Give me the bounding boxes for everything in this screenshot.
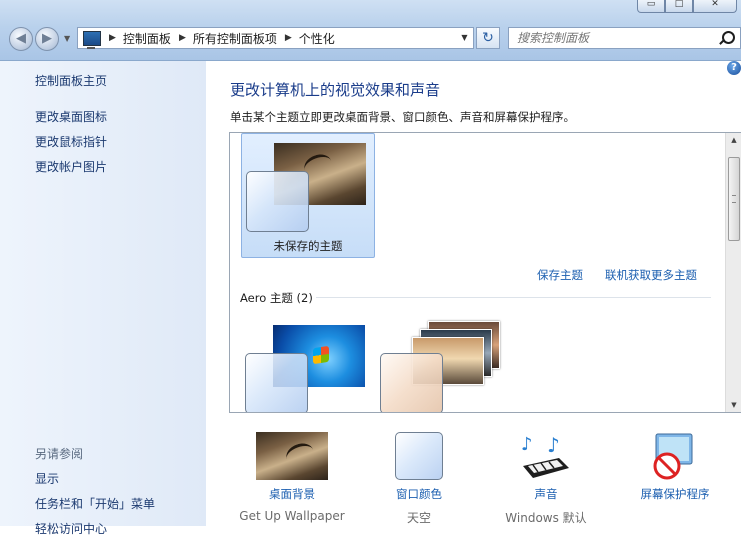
sidebar-item-display[interactable]: 显示 <box>35 470 59 487</box>
breadcrumb-personalization[interactable]: 个性化 <box>299 30 335 47</box>
sounds-icon: ♪ ♪ <box>519 432 573 482</box>
breadcrumb-separator-icon[interactable]: ▶ <box>285 33 292 43</box>
window-color-value: 天空 <box>406 511 431 525</box>
desktop-background-setting[interactable]: 桌面背景 Get Up Wallpaper <box>232 432 352 523</box>
windows7-window-color-swatch <box>245 353 308 412</box>
window-color-setting[interactable]: 窗口颜色 天空 <box>359 432 479 526</box>
desktop-background-value: Get Up Wallpaper <box>239 509 345 523</box>
sidebar-item-taskbar-start-menu[interactable]: 任务栏和「开始」菜单 <box>35 495 155 512</box>
theme-item-unsaved[interactable]: 未保存的主题 <box>241 133 375 258</box>
close-button[interactable]: ✕ <box>693 0 737 13</box>
address-dropdown-icon[interactable]: ▼ <box>456 28 473 48</box>
refresh-button[interactable]: ↻ <box>476 27 500 49</box>
sounds-setting[interactable]: ♪ ♪ 声音 Windows 默认 <box>486 432 606 526</box>
desktop-background-label[interactable]: 桌面背景 <box>232 486 352 502</box>
theme-window-color-swatch <box>246 171 309 232</box>
control-panel-icon <box>83 30 101 49</box>
section-divider <box>316 297 711 298</box>
recent-pages-dropdown-icon[interactable]: ▼ <box>64 34 70 43</box>
window-color-icon <box>395 432 443 482</box>
window-controls: ▭ □ ✕ <box>637 0 737 13</box>
scroll-up-icon[interactable]: ▲ <box>726 133 741 147</box>
sidebar-item-change-desktop-icons[interactable]: 更改桌面图标 <box>35 108 107 125</box>
scroll-down-icon[interactable]: ▼ <box>726 398 741 412</box>
main-content: ? 更改计算机上的视觉效果和声音 单击某个主题立即更改桌面背景、窗口颜色、声音和… <box>206 61 741 526</box>
save-theme-link[interactable]: 保存主题 <box>537 267 583 283</box>
sidebar: 控制面板主页 更改桌面图标 更改鼠标指针 更改帐户图片 另请参阅 显示 任务栏和… <box>0 61 206 536</box>
theme-list-scrollbar[interactable]: ▲ ▼ <box>725 133 741 412</box>
breadcrumb-separator-icon[interactable]: ▶ <box>109 33 116 43</box>
help-icon[interactable]: ? <box>727 61 741 75</box>
screensaver-icon <box>648 432 702 482</box>
svg-text:♪: ♪ <box>521 434 533 455</box>
breadcrumb-all-items[interactable]: 所有控制面板项 <box>193 30 277 47</box>
svg-text:♪: ♪ <box>547 433 560 457</box>
theme-item-windows7[interactable] <box>245 323 375 412</box>
sidebar-item-ease-of-access[interactable]: 轻松访问中心 <box>35 520 107 537</box>
theme-item-landscapes[interactable] <box>380 319 510 412</box>
search-icon[interactable] <box>722 31 735 44</box>
landscapes-window-color-swatch <box>380 353 443 412</box>
sounds-value: Windows 默认 <box>505 511 587 525</box>
sidebar-item-change-account-picture[interactable]: 更改帐户图片 <box>35 158 107 175</box>
breadcrumb-separator-icon[interactable]: ▶ <box>179 33 186 43</box>
theme-list[interactable]: 未保存的主题 保存主题 联机获取更多主题 Aero 主题 (2) ▲ ▼ <box>229 132 741 413</box>
minimize-button[interactable]: ▭ <box>637 0 665 13</box>
theme-name-unsaved: 未保存的主题 <box>273 239 343 253</box>
sounds-label[interactable]: 声音 <box>486 486 606 502</box>
get-more-themes-link[interactable]: 联机获取更多主题 <box>605 267 697 283</box>
desktop-background-icon <box>256 432 328 482</box>
maximize-button[interactable]: □ <box>665 0 693 13</box>
sidebar-item-change-mouse-pointers[interactable]: 更改鼠标指针 <box>35 133 107 150</box>
page-title: 更改计算机上的视觉效果和声音 <box>230 81 441 99</box>
forward-button[interactable]: ▶ <box>35 27 59 51</box>
title-bar: ▭ □ ✕ ◀ ▶ ▼ ▶ 控制面板 ▶ 所有控制面板项 ▶ 个性化 ▼ ↻ <box>0 0 741 61</box>
aero-themes-heading: Aero 主题 (2) <box>240 291 313 305</box>
address-bar[interactable]: ▶ 控制面板 ▶ 所有控制面板项 ▶ 个性化 ▼ <box>77 27 474 49</box>
screensaver-setting[interactable]: 屏幕保护程序 <box>615 432 735 509</box>
screensaver-label[interactable]: 屏幕保护程序 <box>615 486 735 502</box>
breadcrumb-control-panel[interactable]: 控制面板 <box>123 30 171 47</box>
sidebar-item-control-panel-home[interactable]: 控制面板主页 <box>35 72 107 89</box>
back-button[interactable]: ◀ <box>9 27 33 51</box>
scroll-thumb[interactable] <box>728 157 740 241</box>
page-description: 单击某个主题立即更改桌面背景、窗口颜色、声音和屏幕保护程序。 <box>230 110 575 124</box>
see-also-heading: 另请参阅 <box>35 447 84 461</box>
window-color-label[interactable]: 窗口颜色 <box>359 486 479 502</box>
search-input[interactable] <box>508 27 741 49</box>
